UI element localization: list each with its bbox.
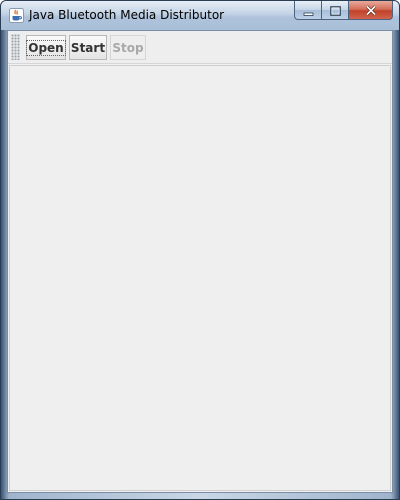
stop-button[interactable]: Stop <box>110 35 146 60</box>
stop-button-label: Stop <box>112 40 144 55</box>
minimize-button[interactable] <box>294 1 321 20</box>
caption-buttons <box>294 1 393 21</box>
maximize-icon <box>329 1 341 20</box>
open-button[interactable]: Open <box>26 35 66 60</box>
toolbar-grip-handle[interactable] <box>11 34 20 60</box>
close-icon <box>365 1 377 20</box>
title-bar[interactable]: Java Bluetooth Media Distributor <box>1 1 399 30</box>
java-cup-icon[interactable] <box>9 8 24 23</box>
open-button-label: Open <box>26 39 66 56</box>
app-window: Java Bluetooth Media Distributor Open St… <box>0 0 400 500</box>
content-panel <box>9 65 391 491</box>
close-button[interactable] <box>348 1 393 20</box>
start-button-label: Start <box>70 40 106 55</box>
maximize-button[interactable] <box>321 1 348 20</box>
window-title: Java Bluetooth Media Distributor <box>29 8 225 22</box>
client-area: Open Start Stop <box>7 30 393 493</box>
minimize-icon <box>303 1 314 20</box>
toolbar: Open Start Stop <box>8 31 392 64</box>
start-button[interactable]: Start <box>69 35 107 60</box>
